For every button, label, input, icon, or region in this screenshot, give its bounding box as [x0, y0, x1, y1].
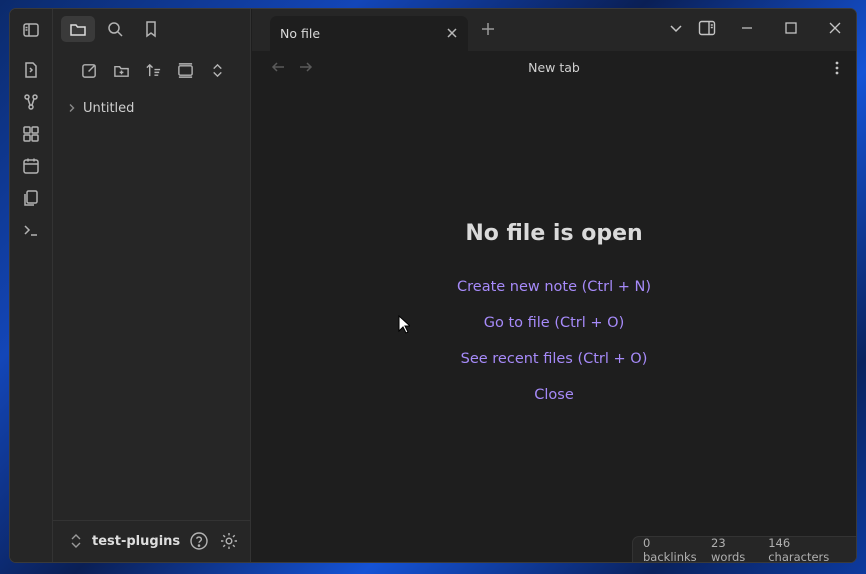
- go-to-file-link[interactable]: Go to file (Ctrl + O): [252, 315, 856, 331]
- close-icon[interactable]: [444, 25, 460, 45]
- more-options-icon[interactable]: [834, 60, 840, 80]
- tab-title: No file: [280, 26, 321, 41]
- sidebar-tab-strip: [53, 9, 250, 49]
- file-explorer-sidebar: Untitled test-plugins: [53, 9, 251, 562]
- mouse-cursor-icon: [398, 315, 410, 334]
- collapse-view-icon[interactable]: [172, 57, 198, 83]
- expand-collapse-icon[interactable]: [204, 57, 230, 83]
- plus-icon[interactable]: [480, 21, 496, 41]
- command-palette-icon[interactable]: [19, 218, 43, 242]
- open-quick-switcher-icon[interactable]: [19, 58, 43, 82]
- graph-view-icon[interactable]: [19, 90, 43, 114]
- vault-switcher-icon[interactable]: [69, 533, 83, 553]
- minimize-icon[interactable]: [740, 20, 754, 40]
- maximize-icon[interactable]: [784, 20, 798, 40]
- templates-icon[interactable]: [19, 186, 43, 210]
- chevron-down-icon[interactable]: [668, 20, 684, 40]
- character-count: 146 characters: [768, 535, 830, 563]
- left-ribbon: [10, 9, 53, 562]
- empty-state-title: No file is open: [465, 221, 643, 246]
- new-folder-icon[interactable]: [108, 57, 134, 83]
- daily-note-icon[interactable]: [19, 154, 43, 178]
- app-window: Untitled test-plugins No file New tab No…: [9, 8, 857, 563]
- tab-bar: No file: [252, 9, 856, 51]
- backlinks-count[interactable]: 0 backlinks: [643, 536, 701, 563]
- main-workspace: No file New tab No file is open Create n…: [252, 9, 856, 562]
- see-recent-files-link[interactable]: See recent files (Ctrl + O): [252, 351, 856, 367]
- create-new-note-link[interactable]: Create new note (Ctrl + N): [252, 279, 856, 295]
- search-icon[interactable]: [98, 16, 132, 42]
- word-count: 23 words: [711, 535, 746, 563]
- window-close-icon[interactable]: [828, 20, 842, 40]
- help-icon[interactable]: [189, 531, 209, 555]
- new-note-icon[interactable]: [76, 57, 102, 83]
- status-bar: 0 backlinks 23 words 146 characters: [632, 536, 856, 562]
- right-sidebar-toggle-icon[interactable]: [698, 20, 716, 40]
- tab-no-file[interactable]: No file: [270, 16, 468, 51]
- view-title: New tab: [528, 60, 580, 75]
- vault-name[interactable]: test-plugins: [92, 534, 180, 549]
- tree-item-label: Untitled: [83, 100, 135, 116]
- folder-icon[interactable]: [61, 16, 95, 42]
- chevron-right-icon: [67, 103, 83, 113]
- sidebar-toggle-icon[interactable]: [19, 18, 43, 42]
- tree-item-untitled[interactable]: Untitled: [67, 97, 237, 119]
- file-tools: [53, 57, 250, 83]
- canvas-icon[interactable]: [19, 122, 43, 146]
- close-link[interactable]: Close: [252, 387, 856, 403]
- gear-icon[interactable]: [219, 531, 239, 555]
- sidebar-footer: test-plugins: [53, 520, 250, 562]
- bookmark-icon[interactable]: [134, 16, 168, 42]
- sort-icon[interactable]: [140, 57, 166, 83]
- view-header: New tab: [252, 51, 856, 85]
